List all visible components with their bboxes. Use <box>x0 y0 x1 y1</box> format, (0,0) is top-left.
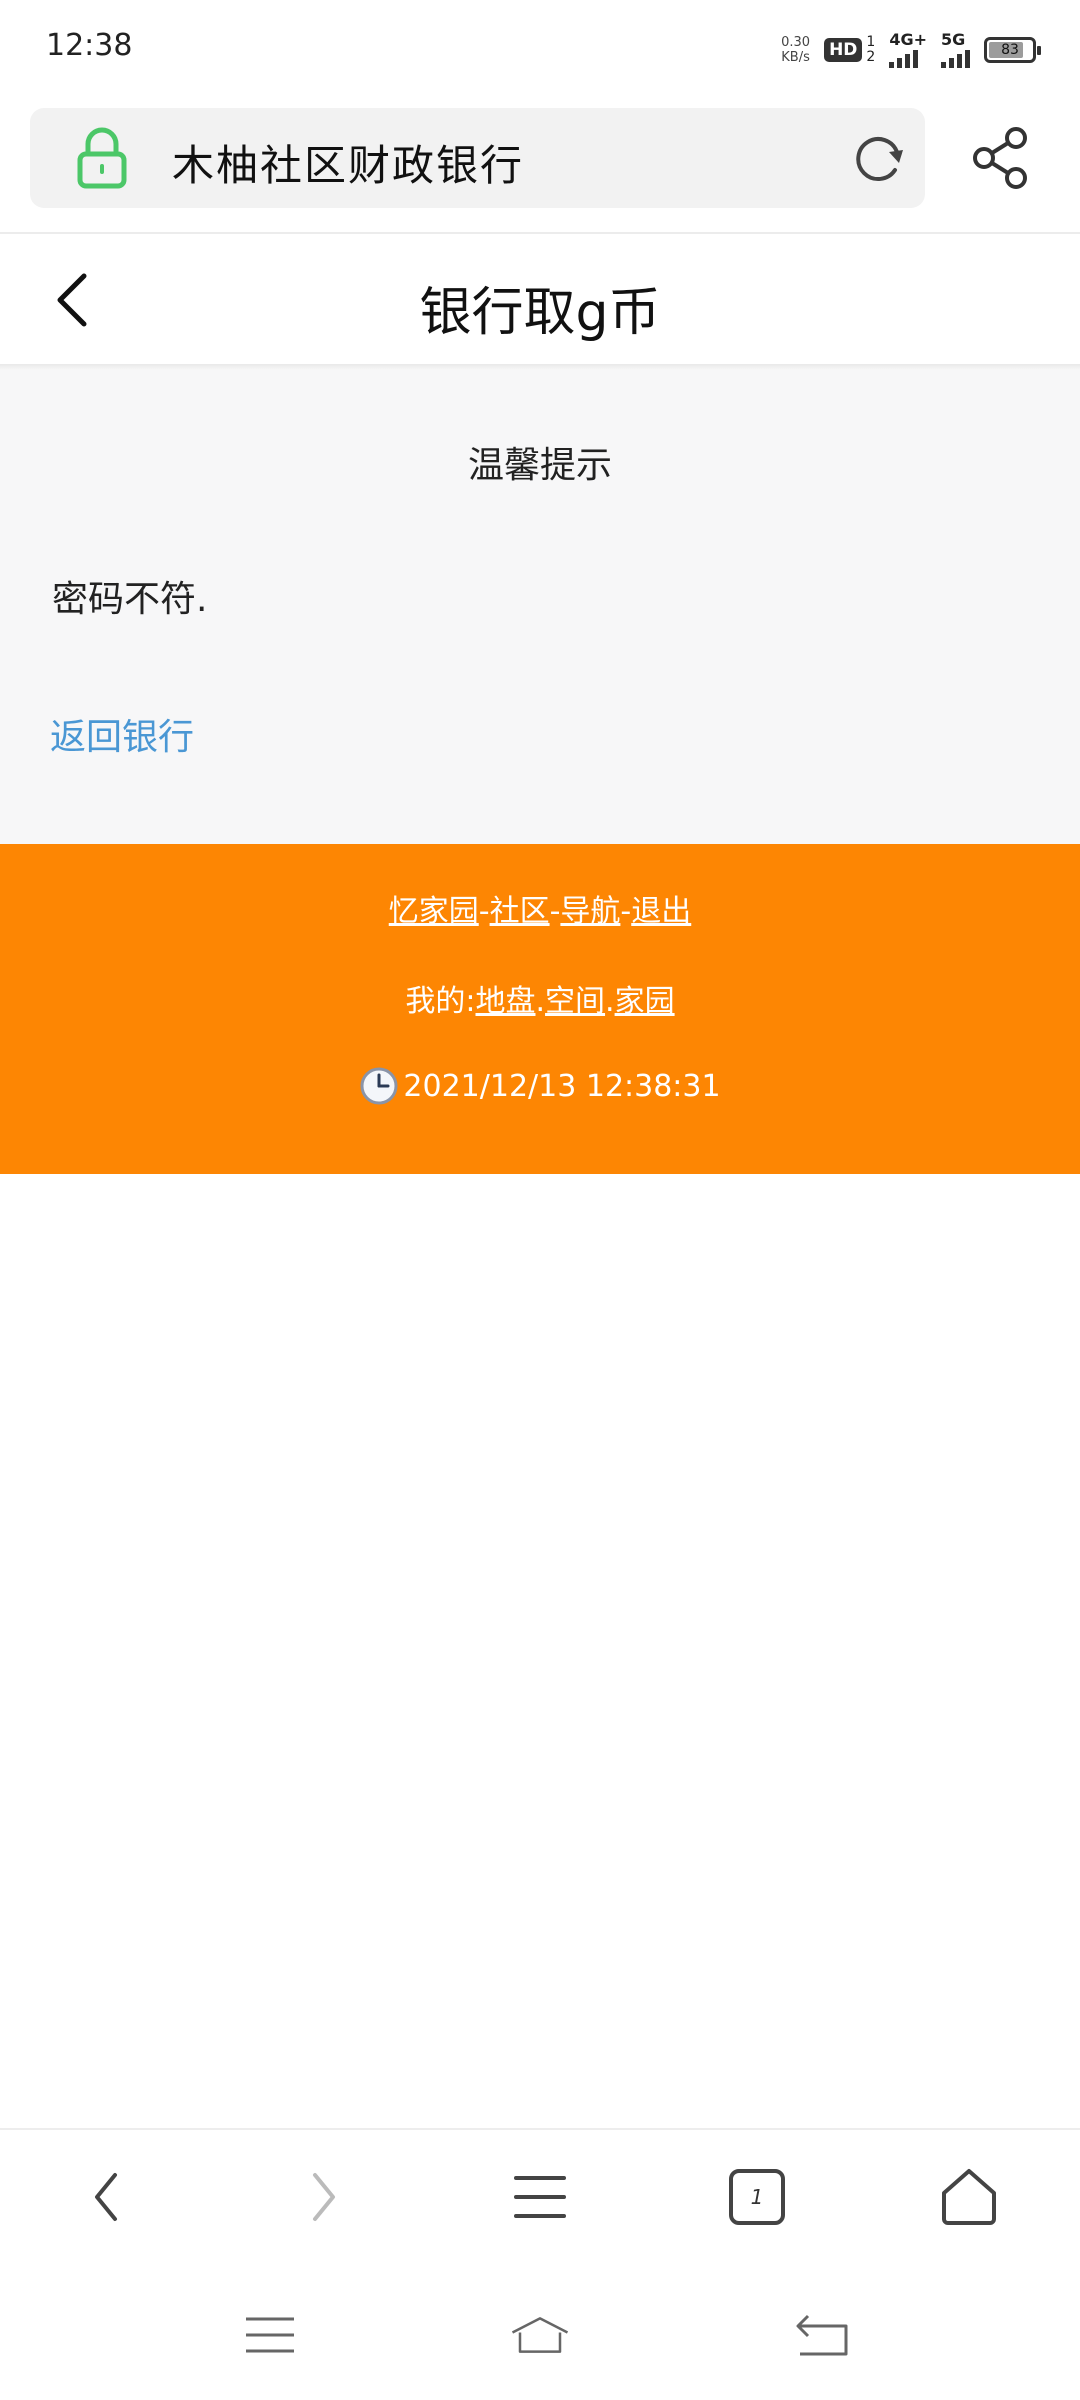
browser-back-button[interactable] <box>72 2162 142 2232</box>
signal-4g-label: 4G+ <box>889 30 927 49</box>
lock-icon <box>77 127 127 189</box>
back-to-bank-link[interactable]: 返回银行 <box>50 708 194 760</box>
battery-icon: 83 <box>984 37 1041 63</box>
browser-tabs-button[interactable]: 1 <box>722 2162 792 2232</box>
browser-toolbar: 1 <box>0 2130 1080 2270</box>
footer-separator: - <box>620 894 632 929</box>
footer-link-territory[interactable]: 地盘 <box>476 984 536 1019</box>
status-bar: 12:38 0.30 KB/s HD 1 2 4G+ 5G 83 <box>0 0 1080 100</box>
menu-icon <box>246 2317 294 2353</box>
footer-separator: - <box>478 894 490 929</box>
chevron-left-icon <box>95 2173 117 2221</box>
notice-panel: 温馨提示 密码不符. 返回银行 <box>0 370 1080 844</box>
page-url-title[interactable]: 木柚社区财政银行 <box>172 132 524 193</box>
clock-icon <box>360 1067 398 1105</box>
hd-sim-top: 1 <box>866 34 876 50</box>
battery-level: 83 <box>1001 42 1019 58</box>
status-time: 12:38 <box>46 28 133 63</box>
footer-timestamp: 2021/12/13 12:38:31 <box>403 1068 721 1104</box>
status-indicators: 0.30 KB/s HD 1 2 4G+ 5G 83 <box>781 28 1041 72</box>
chevron-right-icon <box>313 2173 335 2221</box>
back-arrow-icon <box>796 2314 848 2356</box>
footer-separator: - <box>549 894 561 929</box>
home-icon <box>942 2169 996 2225</box>
system-nav-bar <box>0 2270 1080 2400</box>
footer-my-links: 我的:地盘.空间.家园 <box>0 976 1080 1020</box>
hd-sim-indicator: 1 2 <box>866 35 875 65</box>
address-bar[interactable]: 木柚社区财政银行 <box>30 108 925 208</box>
network-speed-value: 0.30 <box>781 35 811 50</box>
footer-separator: . <box>535 984 546 1019</box>
footer-timestamp-row: 2021/12/13 12:38:31 <box>0 1066 1080 1106</box>
signal-bars-icon <box>941 50 970 68</box>
signal-5g: 5G <box>941 32 970 68</box>
notice-title: 温馨提示 <box>467 445 612 486</box>
hd-sim-bottom: 2 <box>866 49 876 65</box>
footer-link-logout[interactable]: 退出 <box>631 894 691 929</box>
footer-link-community[interactable]: 社区 <box>490 894 550 929</box>
footer-nav: 忆家园-社区-导航-退出 <box>0 886 1080 930</box>
footer-my-label: 我的: <box>405 984 476 1019</box>
browser-menu-button[interactable] <box>505 2162 575 2232</box>
share-icon[interactable] <box>970 126 1030 190</box>
signal-bars-icon <box>889 50 919 68</box>
system-back-button[interactable] <box>792 2310 852 2360</box>
footer-link-navigation[interactable]: 导航 <box>560 894 620 929</box>
signal-4g: 4G+ <box>889 32 927 68</box>
refresh-icon[interactable] <box>851 130 907 186</box>
page-title: 银行取g币 <box>419 283 661 343</box>
tabs-count: 1 <box>750 2185 764 2209</box>
error-message: 密码不符. <box>52 579 208 620</box>
browser-home-button[interactable] <box>934 2162 1004 2232</box>
footer-separator: . <box>605 984 615 1019</box>
page-header: 银行取g币 <box>0 234 1080 364</box>
system-home-button[interactable] <box>510 2310 570 2360</box>
menu-icon <box>514 2176 566 2218</box>
hd-icon: HD <box>824 38 863 62</box>
footer-link-home[interactable]: 忆家园 <box>389 894 479 929</box>
home-icon <box>511 2317 569 2353</box>
system-recents-button[interactable] <box>240 2310 300 2360</box>
network-speed: 0.30 KB/s <box>781 35 810 65</box>
footer-link-homestead[interactable]: 家园 <box>615 984 675 1019</box>
browser-forward-button[interactable] <box>288 2162 358 2232</box>
network-speed-unit: KB/s <box>781 50 810 65</box>
footer-link-space[interactable]: 空间 <box>545 984 605 1019</box>
site-footer: 忆家园-社区-导航-退出 我的:地盘.空间.家园 2021/12/13 12:3… <box>0 844 1080 1174</box>
signal-5g-label: 5G <box>941 30 966 49</box>
